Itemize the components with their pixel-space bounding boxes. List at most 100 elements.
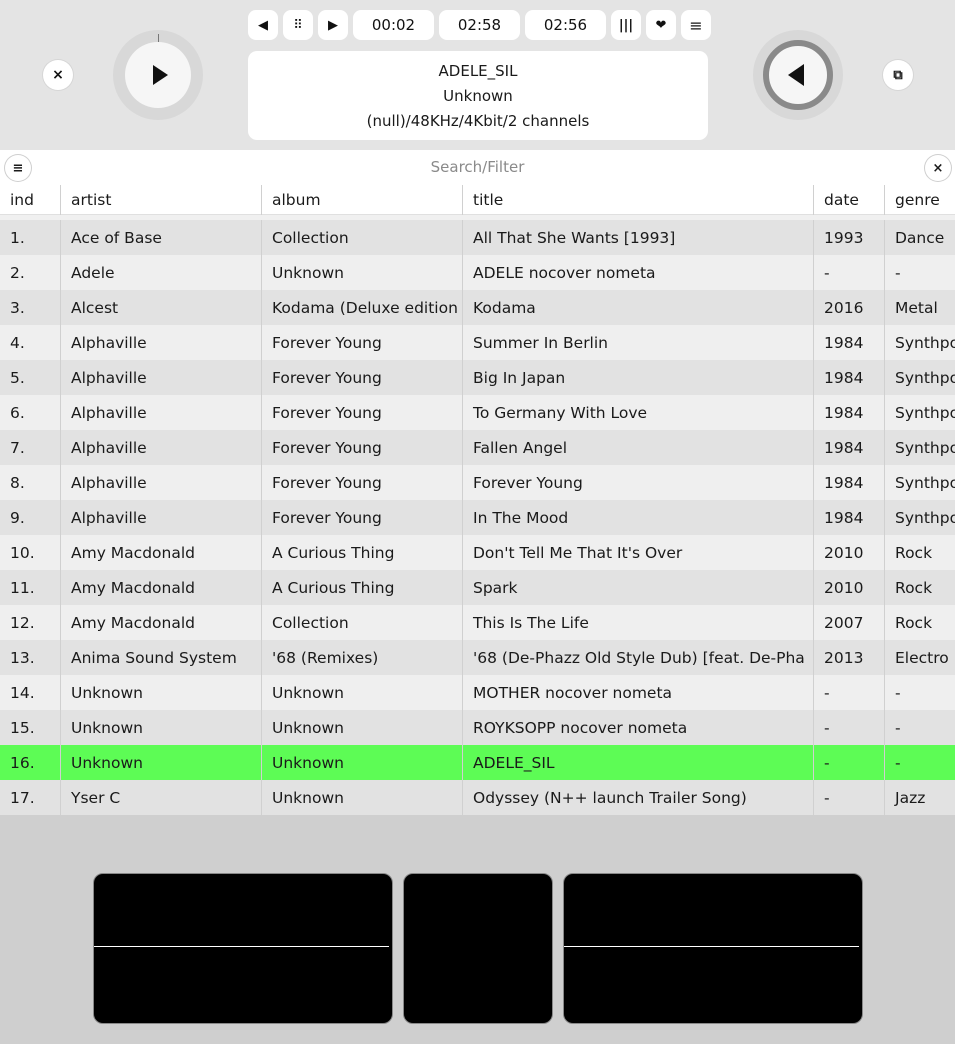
cell-date: 1984 [814,500,885,535]
cell-album: Unknown [262,710,463,745]
drag-icon: ⠿ [293,17,303,33]
table-row[interactable]: 2. Adele Unknown ADELE nocover nometa - - [0,255,955,290]
cell-date: 1984 [814,325,885,360]
table-row[interactable]: 7. Alphaville Forever Young Fallen Angel 198… [0,430,955,465]
cell-artist: Alphaville [61,325,262,360]
drag-handle[interactable]: ⠿ [283,10,313,40]
table-row[interactable]: 3. Alcest Kodama (Deluxe edition Kodama 2016… [0,290,955,325]
cell-date: - [814,745,885,780]
cell-artist: Amy Macdonald [61,535,262,570]
cell-genre: Metal [895,298,938,317]
cell-album: Forever Young [262,430,463,465]
cell-album: A Curious Thing [262,535,463,570]
table-row[interactable]: 10. Amy Macdonald A Curious Thing Don't Tel… [0,535,955,570]
cell-date: 1984 [814,465,885,500]
cell-genre: Rock [895,613,933,632]
dial-tick [158,34,159,42]
column-header-ind[interactable]: ind [0,184,61,215]
cell-date: - [814,255,885,290]
menu-button[interactable]: ≡ [681,10,711,40]
cell-artist: Adele [61,255,262,290]
cell-date: 2010 [814,535,885,570]
waveform-line [564,946,859,947]
column-header-title[interactable]: title [463,184,814,215]
cell-album: Forever Young [262,360,463,395]
column-header-date[interactable]: date [814,184,885,215]
cell-title: Summer In Berlin [463,325,814,360]
cell-album: Unknown [262,255,463,290]
table-row[interactable]: 14. Unknown Unknown MOTHER nocover nometa - - [0,675,955,710]
track-info: ADELE_SIL Unknown (null)/48KHz/4Kbit/2 c… [248,51,708,140]
cell-artist: Unknown [61,745,262,780]
heart-icon: ❤ [655,17,667,33]
previous-icon: ◀ [258,17,268,33]
play-dial[interactable] [113,30,203,120]
cell-album: Unknown [262,780,463,815]
table-row-active[interactable]: 16. Unknown Unknown ADELE_SIL - - [0,745,955,780]
cell-ind: 7. [0,430,61,465]
playlist-menu-button[interactable]: ≡ [5,155,31,181]
table-row[interactable]: 17. Yser C Unknown Odyssey (N++ launch Trai… [0,780,955,815]
column-header-genre[interactable]: genre [885,185,955,215]
cell-title: ROYKSOPP nocover nometa [463,710,814,745]
elapsed-time[interactable]: 00:02 [353,10,434,40]
cell-album: Unknown [262,675,463,710]
cell-artist: Amy Macdonald [61,570,262,605]
cell-genre: - [895,683,901,702]
clear-search-button[interactable]: × [925,155,951,181]
cell-date: - [814,710,885,745]
favorite-button[interactable]: ❤ [646,10,676,40]
cell-ind: 16. [0,745,61,780]
play-icon [152,65,168,85]
table-row[interactable]: 4. Alphaville Forever Young Summer In Berli… [0,325,955,360]
cell-ind: 15. [0,710,61,745]
cell-genre: Rock [895,543,933,562]
table-row[interactable]: 8. Alphaville Forever Young Forever Young 19… [0,465,955,500]
cell-artist: Unknown [61,675,262,710]
equalizer-button[interactable]: ||| [611,10,641,40]
next-button[interactable]: ▶ [318,10,348,40]
cell-genre: Electro [895,648,949,667]
cell-date: 1984 [814,360,885,395]
cell-genre: Synthpo [895,438,955,457]
search-input[interactable] [40,154,915,180]
table-body: 1. Ace of Base Collection All That She Want… [0,220,955,815]
cell-album: Forever Young [262,465,463,500]
total-time[interactable]: 02:58 [439,10,520,40]
previous-button[interactable]: ◀ [248,10,278,40]
cell-artist: Alphaville [61,430,262,465]
remaining-time[interactable]: 02:56 [525,10,606,40]
column-header-artist[interactable]: artist [61,184,262,215]
window-button[interactable]: ⧉ [883,60,913,90]
table-row[interactable]: 6. Alphaville Forever Young To Germany With… [0,395,955,430]
cell-title: All That She Wants [1993] [463,220,814,255]
table-row[interactable]: 11. Amy Macdonald A Curious Thing Spark 2010… [0,570,955,605]
close-icon: × [932,160,944,176]
play-button[interactable] [125,34,191,108]
cell-date: 2007 [814,605,885,640]
table-row[interactable]: 1. Ace of Base Collection All That She Want… [0,220,955,255]
cell-album: Collection [262,605,463,640]
cell-title: Big In Japan [463,360,814,395]
cell-ind: 11. [0,570,61,605]
cell-genre: Jazz [895,788,926,807]
table-row[interactable]: 13. Anima Sound System '68 (Remixes) '68 (D… [0,640,955,675]
cell-genre: - [895,718,901,737]
close-button[interactable]: × [43,60,73,90]
table-row[interactable]: 12. Amy Macdonald Collection This Is The Li… [0,605,955,640]
window-icon: ⧉ [893,67,903,83]
back-icon [788,64,804,86]
column-header-album[interactable]: album [262,184,463,215]
cell-genre: Dance [895,228,945,247]
table-header: ind artist album title date genre [0,184,955,215]
cell-genre: Synthpo [895,368,955,387]
table-row[interactable]: 15. Unknown Unknown ROYKSOPP nocover nometa… [0,710,955,745]
cell-genre: - [895,753,901,772]
cell-artist: Alphaville [61,465,262,500]
table-row[interactable]: 5. Alphaville Forever Young Big In Japan 198… [0,360,955,395]
volume-dial[interactable] [753,30,843,120]
cell-date: 1993 [814,220,885,255]
table-row[interactable]: 9. Alphaville Forever Young In The Mood 1984… [0,500,955,535]
back-button[interactable] [763,40,833,110]
cell-genre: Synthpo [895,333,955,352]
